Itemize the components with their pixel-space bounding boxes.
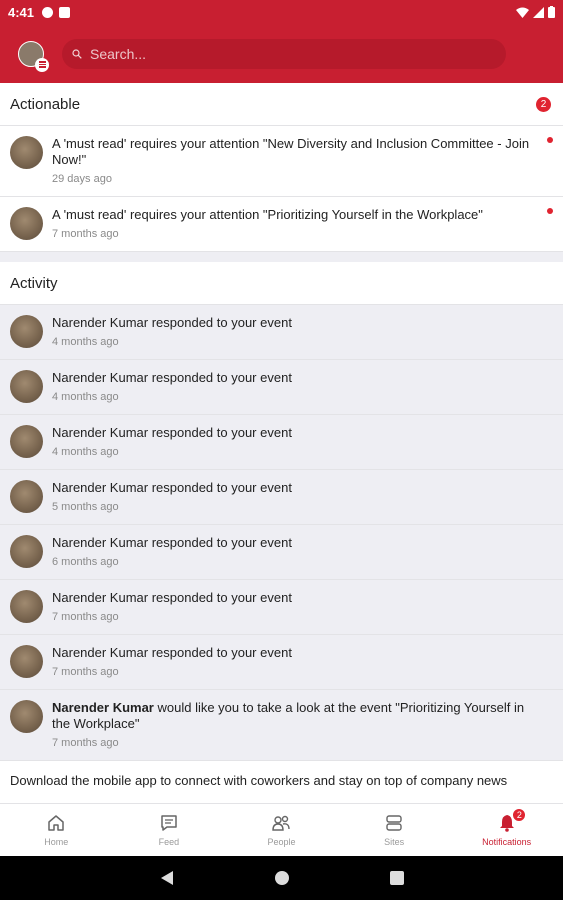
- activity-item[interactable]: Narender Kumar would like you to take a …: [0, 690, 563, 761]
- unread-indicator: [547, 137, 553, 143]
- back-icon[interactable]: [160, 870, 174, 886]
- download-app-banner[interactable]: Download the mobile app to connect with …: [0, 761, 563, 789]
- search-bar[interactable]: [62, 38, 506, 69]
- activity-action: responded to your event: [148, 535, 292, 550]
- actionable-item[interactable]: A 'must read' requires your attention "P…: [0, 197, 563, 252]
- nav-notifications-label: Notifications: [482, 837, 532, 847]
- nav-feed[interactable]: Feed: [113, 804, 226, 856]
- actionable-section-header: Actionable 2: [0, 83, 563, 126]
- activity-title: Activity: [10, 274, 58, 292]
- notification-time: 7 months ago: [52, 228, 119, 240]
- profile-menu-button[interactable]: [18, 40, 49, 72]
- activity-action: responded to your event: [148, 315, 292, 330]
- avatar: [10, 370, 43, 403]
- avatar: [10, 700, 43, 733]
- activity-item[interactable]: Narender Kumar responded to your event 6…: [0, 525, 563, 580]
- people-icon: [272, 815, 291, 831]
- download-app-text: Download the mobile app to connect with …: [10, 773, 508, 788]
- actor-name: Narender Kumar: [52, 535, 149, 550]
- notification-status-icon: [42, 6, 54, 18]
- nav-people[interactable]: People: [225, 804, 338, 856]
- nav-sites[interactable]: Sites: [338, 804, 451, 856]
- battery-icon: [548, 6, 555, 18]
- status-time: 4:41: [8, 4, 35, 20]
- actionable-title: Actionable: [10, 95, 81, 113]
- nav-notifications[interactable]: 2 Notifications: [450, 804, 563, 856]
- nav-home-label: Home: [44, 837, 69, 847]
- nav-home[interactable]: Home: [0, 804, 113, 856]
- search-icon: [72, 48, 82, 59]
- app-header: [0, 24, 563, 83]
- activity-action: responded to your event: [148, 425, 292, 440]
- bottom-navigation: Home Feed People Sites 2 Notifications: [0, 803, 563, 856]
- activity-section-header: Activity: [0, 262, 563, 305]
- actor-name: Narender Kumar: [52, 315, 149, 330]
- actionable-item[interactable]: A 'must read' requires your attention "N…: [0, 126, 563, 197]
- notification-time: 6 months ago: [52, 556, 119, 568]
- notification-time: 7 months ago: [52, 611, 119, 623]
- activity-item[interactable]: Narender Kumar responded to your event 4…: [0, 360, 563, 415]
- avatar: [10, 645, 43, 678]
- avatar: [10, 480, 43, 513]
- notification-time: 4 months ago: [52, 391, 119, 403]
- actor-name: Narender Kumar: [52, 645, 149, 660]
- activity-action: responded to your event: [148, 480, 292, 495]
- actor-name: Narender Kumar: [52, 370, 149, 385]
- notifications-content[interactable]: Actionable 2 A 'must read' requires your…: [0, 83, 563, 803]
- activity-item[interactable]: Narender Kumar responded to your event 7…: [0, 635, 563, 690]
- actor-name: Narender Kumar: [52, 425, 149, 440]
- home-circle-icon[interactable]: [274, 870, 290, 886]
- nav-sites-label: Sites: [384, 837, 405, 847]
- actor-name: Narender Kumar: [52, 480, 149, 495]
- search-input[interactable]: [90, 45, 470, 62]
- actor-name: Narender Kumar: [52, 700, 154, 715]
- avatar: [10, 535, 43, 568]
- sites-icon: [386, 815, 402, 831]
- nav-people-label: People: [267, 837, 296, 847]
- avatar: [10, 207, 43, 240]
- signal-icon: [533, 6, 544, 18]
- section-divider: [0, 252, 563, 262]
- notification-time: 4 months ago: [52, 446, 119, 458]
- activity-item[interactable]: Narender Kumar responded to your event 5…: [0, 470, 563, 525]
- actor-name: Narender Kumar: [52, 590, 149, 605]
- recents-icon[interactable]: [389, 871, 404, 885]
- unread-indicator: [547, 208, 553, 214]
- avatar: [10, 590, 43, 623]
- activity-item[interactable]: Narender Kumar responded to your event 7…: [0, 580, 563, 635]
- activity-action: responded to your event: [148, 645, 292, 660]
- nav-feed-label: Feed: [158, 837, 180, 847]
- notification-time: 5 months ago: [52, 501, 119, 513]
- status-bar: 4:41: [0, 0, 563, 24]
- hamburger-menu-icon: [35, 57, 49, 72]
- activity-item[interactable]: Narender Kumar responded to your event 4…: [0, 305, 563, 360]
- notification-text: A 'must read' requires your attention "P…: [52, 207, 483, 222]
- feed-icon: [161, 815, 177, 831]
- activity-action: responded to your event: [148, 590, 292, 605]
- avatar: [10, 136, 43, 169]
- notification-time: 4 months ago: [52, 336, 119, 348]
- notification-time: 7 months ago: [52, 666, 119, 678]
- wifi-icon: [516, 7, 529, 18]
- notification-time: 29 days ago: [52, 173, 112, 185]
- avatar: [10, 315, 43, 348]
- sd-card-icon: [59, 6, 71, 18]
- avatar: [10, 425, 43, 458]
- activity-action: responded to your event: [148, 370, 292, 385]
- actionable-count-badge: 2: [536, 97, 551, 112]
- home-icon: [48, 815, 65, 831]
- notification-time: 7 months ago: [52, 737, 119, 749]
- notifications-badge: 2: [512, 808, 527, 822]
- system-navigation-bar: [0, 856, 563, 900]
- activity-item[interactable]: Narender Kumar responded to your event 4…: [0, 415, 563, 470]
- notification-text: A 'must read' requires your attention "N…: [52, 136, 530, 167]
